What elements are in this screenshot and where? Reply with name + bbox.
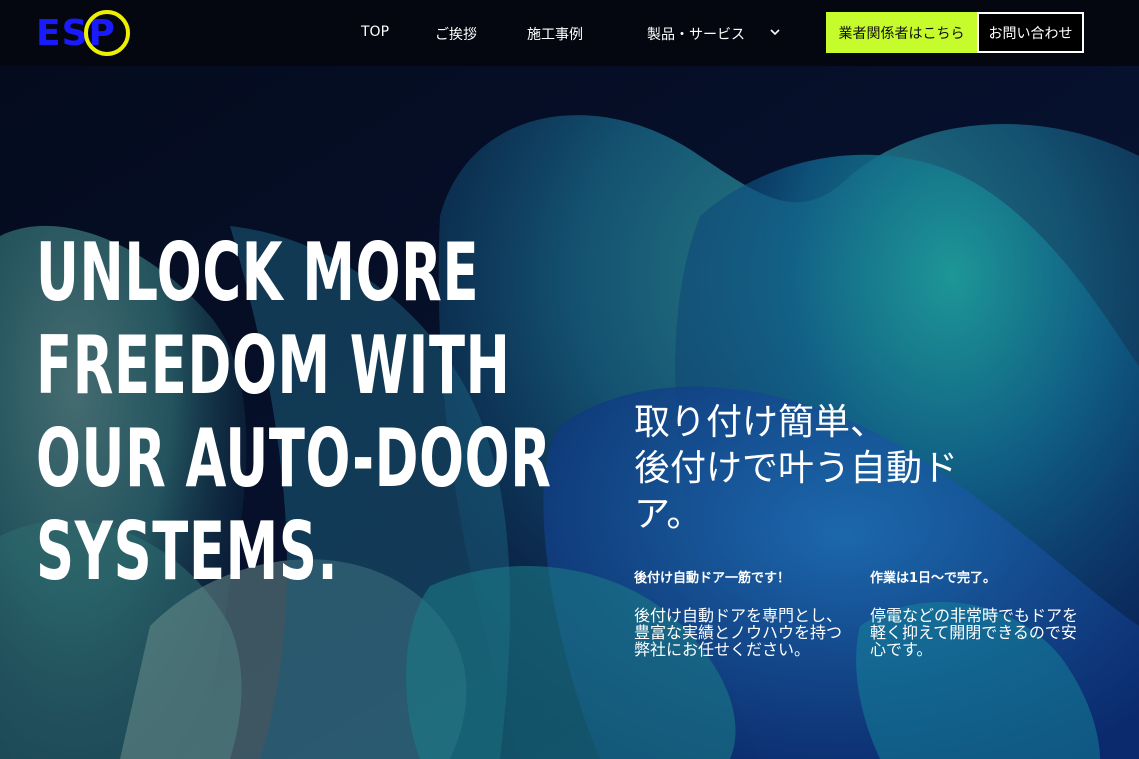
hero-headline: UNLOCK MORE FREEDOM WITH OUR AUTO-DOOR S… [36, 226, 552, 598]
chevron-down-icon[interactable] [769, 26, 781, 38]
headline-line: SYSTEMS. [36, 505, 339, 598]
jp-title-line: 取り付け簡単、 [634, 402, 887, 443]
feature-heading: 作業は1日〜で完了。 [870, 571, 997, 586]
nav-item-products[interactable]: 製品・サービス [647, 24, 745, 44]
jp-title-line: ア。 [634, 494, 703, 535]
hero-japanese-title: 取り付け簡単、 後付けで叶う自動ド ア。 [634, 400, 1054, 538]
feature-column-one-day: 作業は1日〜で完了。 停電などの非常時でもドアを軽く抑えて開閉できるので安心です… [870, 571, 1090, 658]
nav-item-cases[interactable]: 施工事例 [527, 24, 583, 44]
hero-section: UNLOCK MORE FREEDOM WITH OUR AUTO-DOOR S… [0, 66, 1139, 759]
nav-item-top[interactable]: TOP [361, 24, 389, 40]
headline-line: UNLOCK MORE [36, 226, 480, 319]
contact-button[interactable]: お問い合わせ [977, 12, 1084, 53]
site-header: ESP TOP ご挨拶 施工事例 製品・サービス 業者関係者はこちら お問い合わ… [0, 0, 1139, 66]
feature-body: 停電などの非常時でもドアを軽く抑えて開閉できるので安心です。 [870, 606, 1079, 659]
trade-partner-button[interactable]: 業者関係者はこちら [826, 12, 977, 53]
feature-column-specialist: 後付け自動ドア一筋です！ 後付け自動ドアを専門とし、豊富な実績とノウハウを持つ弊… [634, 571, 854, 658]
nav-item-greeting[interactable]: ご挨拶 [435, 24, 477, 44]
headline-line: FREEDOM WITH [36, 319, 511, 412]
feature-heading: 後付け自動ドア一筋です！ [634, 571, 791, 586]
jp-title-line: 後付けで叶う自動ド [634, 448, 959, 489]
headline-line: OUR AUTO-DOOR [36, 412, 552, 505]
feature-body: 後付け自動ドアを専門とし、豊富な実績とノウハウを持つ弊社にお任せください。 [634, 606, 843, 659]
